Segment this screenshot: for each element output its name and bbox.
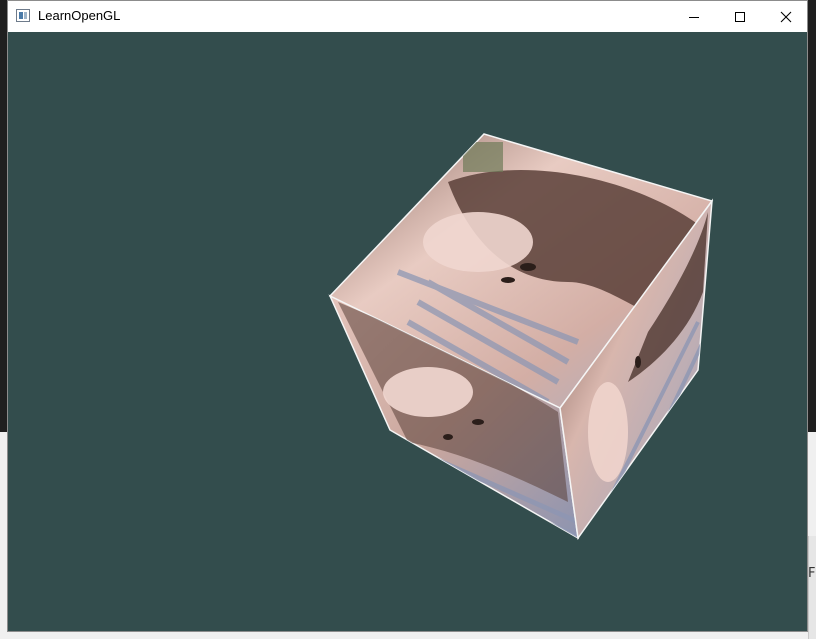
title-bar[interactable]: LearnOpenGL (8, 1, 807, 32)
desktop-edge-glyph: F (808, 566, 816, 581)
app-window: LearnOpenGL (7, 0, 808, 632)
opengl-viewport[interactable] (8, 32, 807, 631)
maximize-icon (735, 11, 745, 22)
close-button[interactable] (763, 1, 809, 32)
app-icon (16, 9, 30, 22)
close-icon (780, 11, 792, 22)
maximize-button[interactable] (717, 1, 763, 32)
window-title: LearnOpenGL (38, 8, 121, 23)
textured-cube (328, 133, 714, 540)
minimize-icon (689, 16, 699, 18)
desktop-window-edge (808, 536, 816, 639)
minimize-button[interactable] (671, 1, 717, 32)
